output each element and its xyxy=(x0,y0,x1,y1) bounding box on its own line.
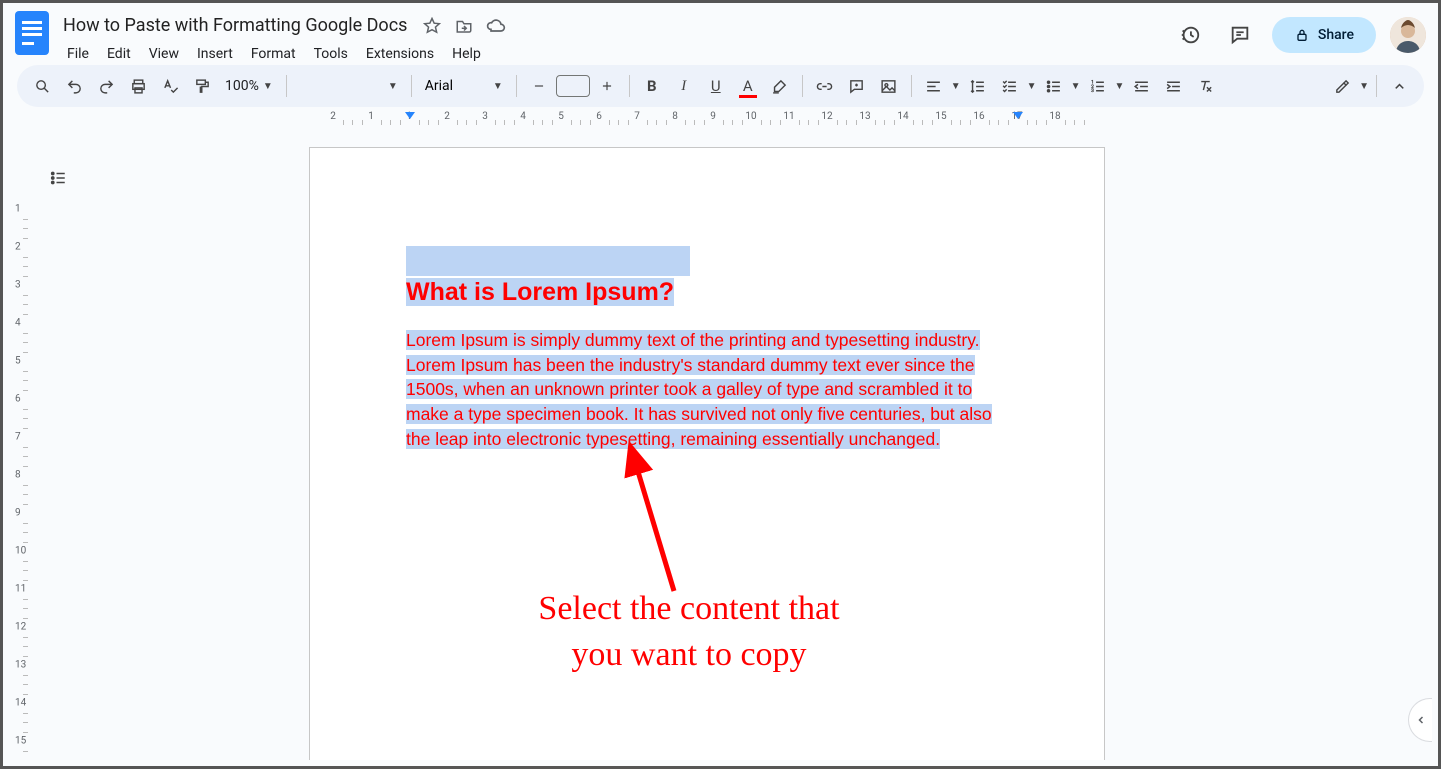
share-button[interactable]: Share xyxy=(1272,17,1376,53)
insert-link-icon[interactable] xyxy=(810,71,840,101)
paragraph-style-select[interactable]: ▼ xyxy=(294,81,404,92)
clear-formatting-icon[interactable] xyxy=(1190,71,1220,101)
menu-help[interactable]: Help xyxy=(444,42,489,66)
left-indent-marker[interactable] xyxy=(405,112,415,119)
add-comment-icon[interactable] xyxy=(842,71,872,101)
cloud-status-icon[interactable] xyxy=(485,15,507,37)
caret-down-icon: ▼ xyxy=(493,81,503,92)
right-indent-marker[interactable] xyxy=(1013,112,1023,119)
star-icon[interactable] xyxy=(421,15,443,37)
search-icon[interactable] xyxy=(27,71,57,101)
italic-icon[interactable]: I xyxy=(669,71,699,101)
caret-down-icon: ▼ xyxy=(388,81,398,92)
zoom-value: 100% xyxy=(225,78,259,94)
zoom-select[interactable]: 100% ▼ xyxy=(219,78,279,94)
decrease-indent-icon[interactable] xyxy=(1126,71,1156,101)
menu-extensions[interactable]: Extensions xyxy=(358,42,442,66)
line-spacing-icon[interactable] xyxy=(963,71,993,101)
document-body-text: Lorem Ipsum is simply dummy text of the … xyxy=(406,330,992,449)
decrease-font-icon[interactable] xyxy=(524,71,554,101)
toolbar: 100% ▼ ▼ Arial ▼ B I U A ▼ ▼ ▼ 123 ▼ ▼ xyxy=(17,65,1424,107)
outline-toggle-icon[interactable] xyxy=(41,161,75,195)
collapse-toolbar-icon[interactable] xyxy=(1384,71,1414,101)
docs-logo-icon[interactable] xyxy=(15,11,49,55)
font-name: Arial xyxy=(425,78,453,94)
annotation-text: Select the content that you want to copy xyxy=(439,586,939,678)
insert-image-icon[interactable] xyxy=(874,71,904,101)
redo-icon[interactable] xyxy=(91,71,121,101)
align-icon[interactable] xyxy=(919,71,949,101)
spellcheck-icon[interactable] xyxy=(155,71,185,101)
document-title[interactable]: How to Paste with Formatting Google Docs xyxy=(59,13,411,38)
undo-icon[interactable] xyxy=(59,71,89,101)
increase-indent-icon[interactable] xyxy=(1158,71,1188,101)
move-icon[interactable] xyxy=(453,15,475,37)
svg-text:3: 3 xyxy=(1091,88,1094,94)
menu-tools[interactable]: Tools xyxy=(306,42,356,66)
share-label: Share xyxy=(1318,27,1354,43)
vertical-ruler[interactable]: 123456789101112131415 xyxy=(9,151,31,760)
caret-down-icon[interactable]: ▼ xyxy=(1027,81,1037,92)
caret-down-icon[interactable]: ▼ xyxy=(1359,81,1369,92)
checklist-icon[interactable] xyxy=(995,71,1025,101)
font-select[interactable]: Arial ▼ xyxy=(419,78,509,94)
caret-down-icon[interactable]: ▼ xyxy=(951,81,961,92)
side-panel-toggle[interactable] xyxy=(1408,698,1432,742)
numbered-list-icon[interactable]: 123 xyxy=(1082,71,1112,101)
document-heading: What is Lorem Ipsum? xyxy=(406,278,674,306)
print-icon[interactable] xyxy=(123,71,153,101)
increase-font-icon[interactable] xyxy=(592,71,622,101)
lock-icon xyxy=(1294,27,1310,43)
horizontal-ruler[interactable]: 21123456789101112131415161718 xyxy=(313,111,1109,127)
caret-down-icon[interactable]: ▼ xyxy=(1071,81,1081,92)
underline-icon[interactable]: U xyxy=(701,71,731,101)
menu-edit[interactable]: Edit xyxy=(99,42,139,66)
history-icon[interactable] xyxy=(1172,17,1208,53)
paint-format-icon[interactable] xyxy=(187,71,217,101)
caret-down-icon: ▼ xyxy=(263,81,273,92)
font-size-input[interactable] xyxy=(556,75,590,97)
selection-highlight xyxy=(406,246,690,276)
caret-down-icon[interactable]: ▼ xyxy=(1114,81,1124,92)
menu-file[interactable]: File xyxy=(59,42,97,66)
menu-view[interactable]: View xyxy=(141,42,187,66)
bulleted-list-icon[interactable] xyxy=(1039,71,1069,101)
comments-icon[interactable] xyxy=(1222,17,1258,53)
highlight-icon[interactable] xyxy=(765,71,795,101)
menu-insert[interactable]: Insert xyxy=(189,42,241,66)
account-avatar[interactable] xyxy=(1390,17,1426,53)
bold-icon[interactable]: B xyxy=(637,71,667,101)
text-color-icon[interactable]: A xyxy=(733,71,763,101)
menu-format[interactable]: Format xyxy=(243,42,304,66)
editing-mode-icon[interactable] xyxy=(1327,71,1357,101)
